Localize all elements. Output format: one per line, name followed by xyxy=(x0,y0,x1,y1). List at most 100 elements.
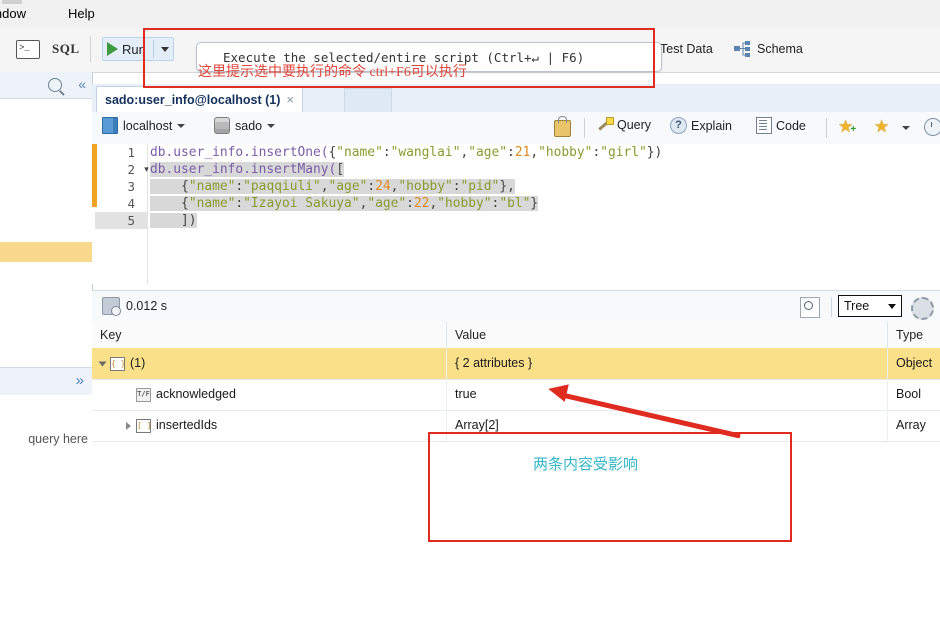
navigator-lower-area xyxy=(0,395,92,631)
code-line[interactable]: {"name":"paqqiuli","age":24,"hobby":"pid… xyxy=(150,178,940,195)
annotation-text-inserted-ids: 两条内容受影响 xyxy=(533,457,639,473)
code-token: "hobby" xyxy=(398,179,453,194)
database-clock-icon xyxy=(102,297,121,316)
navigator-selected-item[interactable] xyxy=(0,242,92,262)
code-token: "hobby" xyxy=(538,145,593,160)
favorites-icon[interactable]: ★ xyxy=(874,118,889,135)
cell-key[interactable]: { } (1) xyxy=(92,348,447,379)
cell-type: Array xyxy=(896,418,926,432)
menu-item-window[interactable]: indow xyxy=(0,4,32,23)
execution-time-value: 0.012 s xyxy=(126,299,168,313)
connection-toolbar: localhost sado Query ? Explain Code ★ ★ xyxy=(92,112,940,145)
sql-console-icon[interactable] xyxy=(16,39,40,59)
editor-tab-strip: sado:user_info@localhost (1) × xyxy=(92,84,940,113)
history-clock-icon[interactable] xyxy=(924,118,940,136)
code-line[interactable]: db.user_info.insertMany([ xyxy=(150,161,940,178)
code-token: "girl" xyxy=(600,145,647,160)
search-icon[interactable] xyxy=(48,78,62,92)
results-toolbar: 0.012 s Tree xyxy=(92,290,940,324)
database-selector[interactable]: sado xyxy=(214,117,276,134)
code-line[interactable]: ]) xyxy=(150,212,940,229)
cell-value[interactable]: { 2 attributes } xyxy=(447,348,888,379)
schema-group[interactable]: Schema xyxy=(734,32,803,66)
code-content[interactable]: db.user_info.insertOne({"name":"wanglai"… xyxy=(150,144,940,284)
expander-expanded-icon[interactable] xyxy=(98,361,107,366)
cell-key[interactable]: [ ] insertedIds xyxy=(92,410,447,441)
code-token: : xyxy=(382,145,391,160)
column-header-key[interactable]: Key xyxy=(92,322,447,348)
code-token: "name" xyxy=(188,196,236,211)
line-number: 3 xyxy=(127,179,135,194)
table-row[interactable]: T/F acknowledged true Bool xyxy=(92,379,940,411)
code-token: : xyxy=(406,196,414,211)
play-icon xyxy=(107,42,118,56)
line-number: 2 xyxy=(127,162,135,177)
table-row[interactable]: { } (1) { 2 attributes } Object xyxy=(92,348,940,380)
code-token: "wanglai" xyxy=(390,145,461,160)
code-token: , xyxy=(530,145,539,160)
line-number: 1 xyxy=(127,145,135,160)
bool-icon: T/F xyxy=(136,387,151,402)
code-token: ]) xyxy=(150,213,197,228)
menu-item-help[interactable]: Help xyxy=(62,4,101,23)
object-icon: { } xyxy=(110,356,125,371)
cell-key-label: insertedIds xyxy=(156,418,218,432)
explain-button[interactable]: ? Explain xyxy=(670,117,732,134)
code-token: "bl" xyxy=(499,196,531,211)
code-button[interactable]: Code xyxy=(756,117,806,134)
navigator-header: « xyxy=(0,72,92,99)
code-token: "age" xyxy=(328,179,368,194)
code-token: : xyxy=(235,179,244,194)
code-token: : xyxy=(452,179,461,194)
cell-key[interactable]: T/F acknowledged xyxy=(92,379,447,410)
query-button[interactable]: Query xyxy=(598,117,651,132)
tab-label: sado:user_info@localhost (1) xyxy=(105,92,281,107)
code-line[interactable]: {"name":"Izayoi Sakuya","age":22,"hobby"… xyxy=(150,195,940,212)
result-search-icon[interactable] xyxy=(800,297,820,318)
view-mode-value: Tree xyxy=(844,299,870,313)
grid-header-row: Key Value Type xyxy=(92,322,940,349)
question-icon: ? xyxy=(670,117,687,134)
chevron-double-down-icon[interactable]: » xyxy=(76,373,84,389)
test-data-group[interactable]: Test Data xyxy=(660,32,713,66)
sql-editor[interactable]: 1 2 ▾ 3 4 5 db.user_info.insertOne({"name":"w… xyxy=(92,144,940,284)
array-icon: [ ] xyxy=(136,418,151,433)
expander-collapsed-icon[interactable] xyxy=(126,421,131,430)
code-token: { xyxy=(150,179,189,194)
add-favorite-icon[interactable]: ★ xyxy=(838,118,857,135)
collapse-icon[interactable]: « xyxy=(78,76,86,92)
cell-value[interactable]: true xyxy=(447,379,888,410)
schema-label: Schema xyxy=(757,42,803,56)
line-number: 5 xyxy=(95,212,147,229)
code-token: "paqqiuli" xyxy=(243,179,321,194)
chevron-down-icon[interactable] xyxy=(888,303,896,309)
menu-bar: indow Help xyxy=(0,0,940,29)
code-token: } xyxy=(530,196,539,211)
database-icon xyxy=(214,117,230,134)
view-mode-select[interactable]: Tree xyxy=(838,295,902,317)
code-token: "name" xyxy=(336,145,383,160)
line-number: 4 xyxy=(127,196,135,211)
chevron-down-icon[interactable] xyxy=(177,123,186,128)
annotation-text-tooltip: 这里提示选中要执行的命令 ctrl+F6可以执行 xyxy=(198,65,467,80)
annotation-arrow-head xyxy=(546,380,569,402)
favorites-chevron-down-icon[interactable] xyxy=(902,126,910,130)
lock-icon[interactable] xyxy=(554,116,571,137)
close-icon[interactable]: × xyxy=(286,92,294,107)
code-token: "Izayoi Sakuya" xyxy=(243,196,360,211)
left-navigator-panel: « » query here xyxy=(0,72,93,631)
column-header-type[interactable]: Type xyxy=(888,322,940,348)
column-header-value[interactable]: Value xyxy=(447,322,888,348)
chevron-down-icon[interactable] xyxy=(267,123,276,128)
code-token: : xyxy=(235,196,244,211)
code-line[interactable]: db.user_info.insertOne({"name":"wanglai"… xyxy=(150,144,940,161)
cell-type: Bool xyxy=(896,387,922,401)
gear-icon[interactable] xyxy=(911,297,934,320)
application-window: indow Help SQL Run Test Data xyxy=(0,0,940,631)
code-token: 22 xyxy=(413,196,430,211)
code-token: : xyxy=(367,179,376,194)
explain-label: Explain xyxy=(691,118,732,133)
code-token: "age" xyxy=(468,145,508,160)
server-selector[interactable]: localhost xyxy=(102,117,186,134)
tab-sado-user-info[interactable]: sado:user_info@localhost (1) × xyxy=(96,86,304,112)
